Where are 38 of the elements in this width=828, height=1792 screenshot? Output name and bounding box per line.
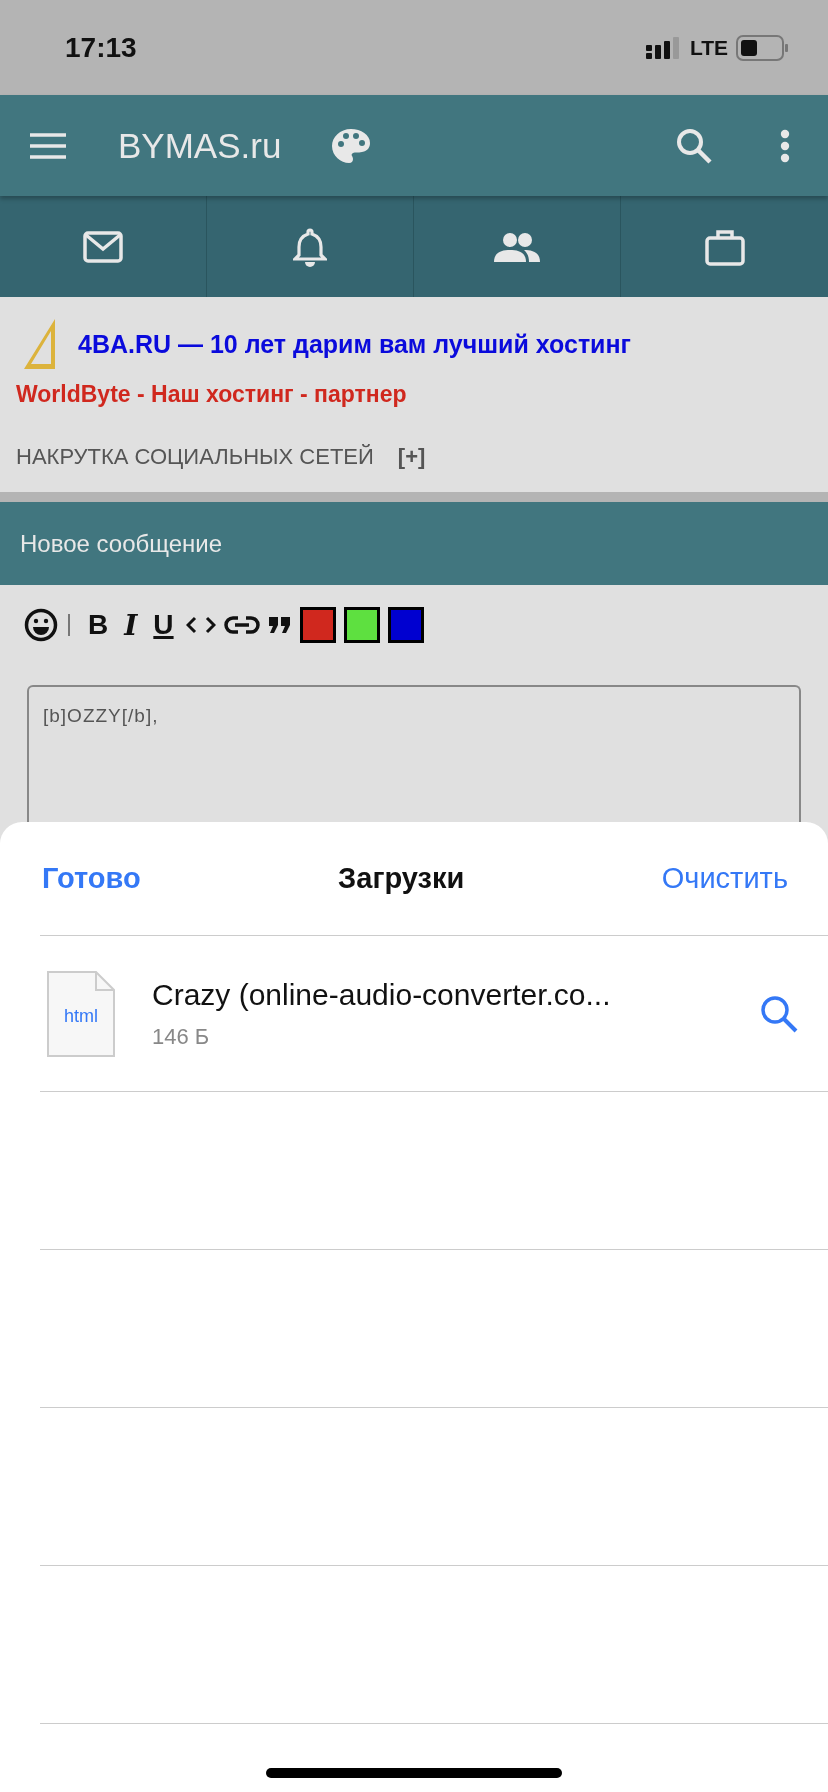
- ad-link[interactable]: WorldByte - Наш хостинг - партнер: [16, 381, 407, 408]
- emoji-icon[interactable]: [24, 608, 58, 642]
- signal-icon: [645, 36, 682, 59]
- palette-icon[interactable]: [331, 127, 372, 164]
- expand-toggle[interactable]: [+]: [397, 444, 426, 470]
- ad-link[interactable]: 4BA.RU — 10 лет дарим вам лучший хостинг: [78, 329, 631, 359]
- link-icon[interactable]: [223, 614, 260, 636]
- briefcase-icon: [704, 227, 745, 266]
- sheet-title: Загрузки: [338, 862, 465, 895]
- bell-icon: [293, 226, 327, 267]
- message-field[interactable]: [b]OZZY[/b],: [27, 685, 801, 822]
- network-type: LTE: [689, 35, 728, 60]
- quote-icon[interactable]: [267, 615, 292, 635]
- status-time: 17:13: [65, 31, 137, 64]
- section-title: Новое сообщение: [20, 529, 223, 558]
- bold-button[interactable]: B: [84, 609, 113, 641]
- menu-icon[interactable]: [30, 131, 66, 160]
- promo-link[interactable]: НАКРУТКА СОЦИАЛЬНЫХ СЕТЕЙ: [16, 444, 374, 470]
- italic-button[interactable]: I: [120, 608, 142, 642]
- color-swatch[interactable]: [299, 607, 336, 643]
- search-icon[interactable]: [760, 994, 798, 1033]
- file-name[interactable]: Crazy (online-audio-converter.co...: [152, 977, 611, 1012]
- file-icon: [46, 969, 116, 1058]
- battery-icon: [736, 34, 788, 61]
- site-title[interactable]: BYMAS.ru: [118, 125, 282, 166]
- done-button[interactable]: Готово: [42, 862, 141, 895]
- underline-button[interactable]: U: [149, 609, 178, 641]
- file-type: html: [63, 1005, 99, 1027]
- search-icon[interactable]: [676, 127, 712, 164]
- mail-icon: [83, 230, 123, 263]
- color-swatch[interactable]: [387, 607, 424, 643]
- file-size: 146 Б: [152, 1023, 211, 1050]
- clear-button[interactable]: Очистить: [661, 862, 788, 895]
- color-swatch[interactable]: [343, 607, 380, 643]
- people-icon: [494, 231, 540, 262]
- sail-logo-icon: [22, 317, 58, 371]
- code-icon[interactable]: [185, 615, 216, 635]
- more-icon[interactable]: [780, 128, 790, 163]
